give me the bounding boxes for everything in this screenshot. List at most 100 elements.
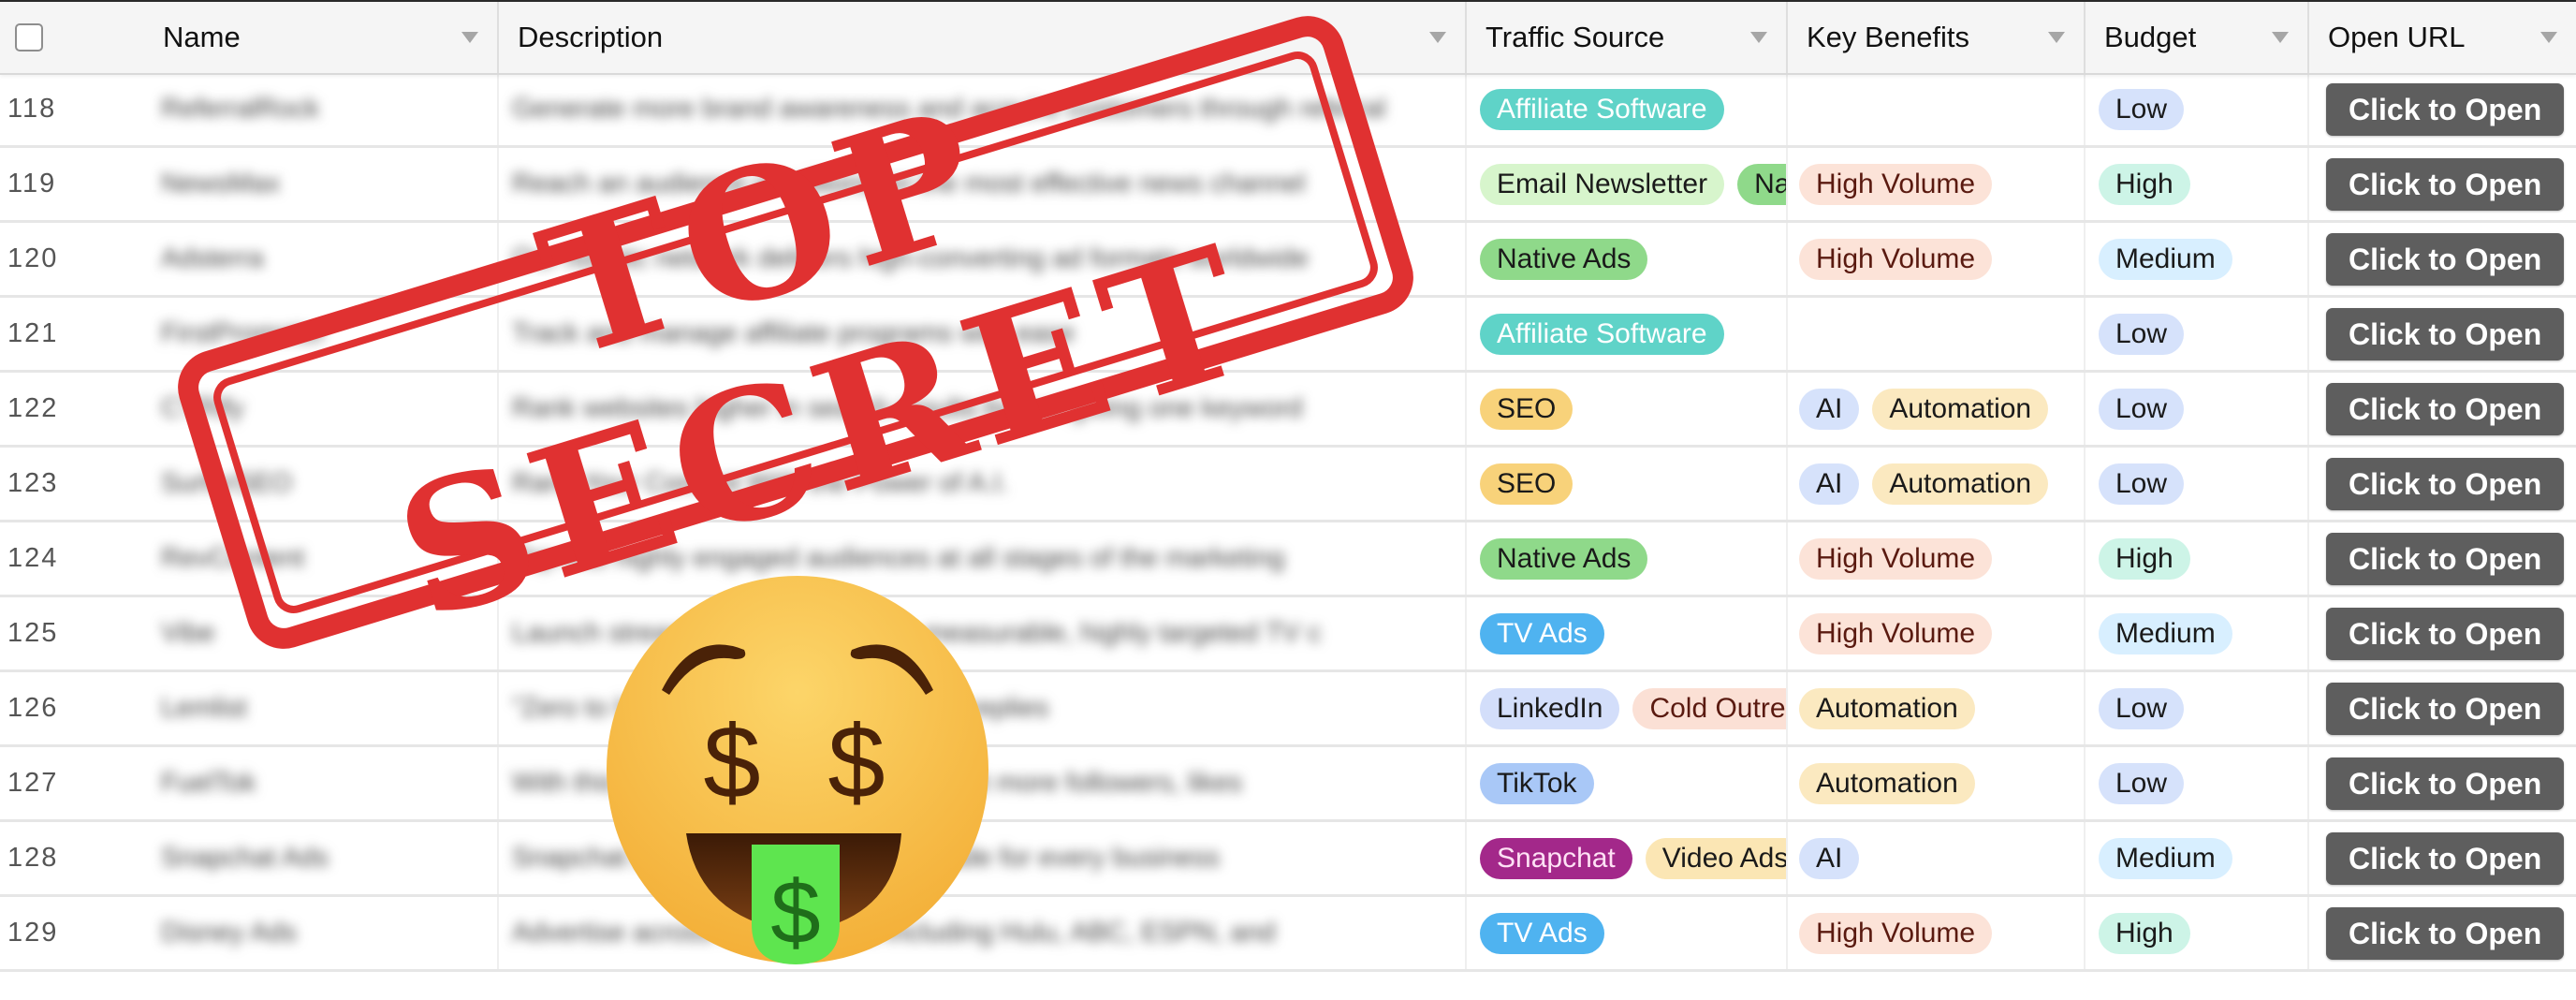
column-menu-caret-icon[interactable] xyxy=(2048,32,2065,43)
key-benefit-tag: Automation xyxy=(1799,687,1975,729)
traffic-source-cell[interactable]: Affiliate Software xyxy=(1467,73,1788,145)
key-benefits-cell[interactable]: High Volume xyxy=(1788,897,2086,969)
column-header-label: Open URL xyxy=(2328,21,2466,53)
budget-cell[interactable]: Medium xyxy=(2086,822,2309,894)
click-to-open-button[interactable]: Click to Open xyxy=(2326,307,2565,360)
key-benefits-cell[interactable]: AI Automation xyxy=(1788,373,2086,445)
click-to-open-button[interactable]: Click to Open xyxy=(2326,457,2565,510)
column-menu-caret-icon[interactable] xyxy=(2272,32,2289,43)
name-text-redacted: Adsterra xyxy=(161,243,264,273)
open-url-cell: Click to Open xyxy=(2309,448,2576,520)
emoji-tongue-dollar: $ xyxy=(770,862,820,963)
key-benefit-tag: High Volume xyxy=(1799,612,1993,654)
key-benefits-cell[interactable]: Automation xyxy=(1788,747,2086,819)
traffic-source-cell[interactable]: Email Newsletter Native Ads xyxy=(1467,148,1788,220)
traffic-source-tag: LinkedIn xyxy=(1480,687,1620,729)
key-benefits-cell[interactable]: AI Automation xyxy=(1788,448,2086,520)
click-to-open-button[interactable]: Click to Open xyxy=(2326,831,2565,885)
select-all-checkbox[interactable] xyxy=(15,23,43,51)
traffic-source-cell[interactable]: Affiliate Software xyxy=(1467,298,1788,370)
traffic-source-cell[interactable]: TV Ads xyxy=(1467,897,1788,969)
column-menu-caret-icon[interactable] xyxy=(2540,32,2557,43)
traffic-source-tag: TV Ads xyxy=(1480,912,1604,954)
name-cell[interactable]: Disney Ads xyxy=(150,897,499,969)
click-to-open-button[interactable]: Click to Open xyxy=(2326,757,2565,810)
traffic-source-cell[interactable]: SEO xyxy=(1467,448,1788,520)
budget-cell[interactable]: Medium xyxy=(2086,597,2309,669)
column-menu-caret-icon[interactable] xyxy=(1750,32,1767,43)
open-url-cell: Click to Open xyxy=(2309,822,2576,894)
row-number: 118 xyxy=(7,94,57,124)
budget-tag: Low xyxy=(2099,762,2185,804)
budget-cell[interactable]: Low xyxy=(2086,73,2309,145)
click-to-open-button[interactable]: Click to Open xyxy=(2326,682,2565,735)
row-number: 121 xyxy=(7,318,59,348)
column-menu-caret-icon[interactable] xyxy=(461,32,478,43)
key-benefits-cell[interactable] xyxy=(1788,298,2086,370)
budget-cell[interactable]: Low xyxy=(2086,672,2309,744)
key-benefit-tag: Automation xyxy=(1872,463,2049,505)
name-cell[interactable]: ReferralRock xyxy=(150,73,499,145)
key-benefits-cell[interactable]: High Volume xyxy=(1788,223,2086,295)
row-number-cell: 120 xyxy=(0,223,150,295)
open-url-cell: Click to Open xyxy=(2309,298,2576,370)
traffic-source-cell[interactable]: TikTok xyxy=(1467,747,1788,819)
name-cell[interactable]: Snapchat Ads xyxy=(150,822,499,894)
column-header-label: Name xyxy=(163,21,241,53)
budget-cell[interactable]: Low xyxy=(2086,747,2309,819)
traffic-source-cell[interactable]: Native Ads xyxy=(1467,223,1788,295)
column-header-name[interactable]: Name xyxy=(150,2,499,73)
traffic-source-cell[interactable]: Native Ads xyxy=(1467,522,1788,595)
traffic-source-cell[interactable]: LinkedIn Cold Outreach xyxy=(1467,672,1788,744)
traffic-source-cell[interactable]: Snapchat Video Ads xyxy=(1467,822,1788,894)
column-header-label: Budget xyxy=(2104,21,2197,53)
click-to-open-button[interactable]: Click to Open xyxy=(2326,382,2565,435)
budget-cell[interactable]: High xyxy=(2086,897,2309,969)
budget-tag: High xyxy=(2099,163,2190,205)
click-to-open-button[interactable]: Click to Open xyxy=(2326,906,2565,960)
column-menu-caret-icon[interactable] xyxy=(1429,32,1446,43)
row-number-cell: 119 xyxy=(0,148,150,220)
column-header-budget[interactable]: Budget xyxy=(2086,2,2309,73)
column-header-traffic-source[interactable]: Traffic Source xyxy=(1467,2,1788,73)
key-benefit-tag: High Volume xyxy=(1799,163,1993,205)
table-row[interactable]: 126Lemlist"Zero to hero" cold outreach t… xyxy=(0,672,2576,747)
key-benefits-cell[interactable]: Automation xyxy=(1788,672,2086,744)
key-benefit-tag: High Volume xyxy=(1799,537,1993,580)
budget-cell[interactable]: Low xyxy=(2086,373,2309,445)
table-row[interactable]: 128Snapchat AdsSnapchat ads and campaign… xyxy=(0,822,2576,897)
select-all-cell xyxy=(0,2,150,73)
click-to-open-button[interactable]: Click to Open xyxy=(2326,607,2565,660)
key-benefits-cell[interactable]: High Volume xyxy=(1788,148,2086,220)
traffic-source-cell[interactable]: SEO xyxy=(1467,373,1788,445)
click-to-open-button[interactable]: Click to Open xyxy=(2326,157,2565,211)
row-number: 119 xyxy=(7,169,57,199)
budget-cell[interactable]: High xyxy=(2086,522,2309,595)
traffic-source-tag: Affiliate Software xyxy=(1480,88,1724,130)
name-cell[interactable]: NewsMax xyxy=(150,148,499,220)
budget-tag: Medium xyxy=(2099,238,2232,280)
click-to-open-button[interactable]: Click to Open xyxy=(2326,82,2565,136)
budget-cell[interactable]: Low xyxy=(2086,298,2309,370)
budget-cell[interactable]: High xyxy=(2086,148,2309,220)
click-to-open-button[interactable]: Click to Open xyxy=(2326,532,2565,585)
name-cell[interactable]: FuelTok xyxy=(150,747,499,819)
key-benefit-tag: Automation xyxy=(1872,388,2049,430)
name-text-redacted: Lemlist xyxy=(161,693,247,723)
key-benefits-cell[interactable]: AI xyxy=(1788,822,2086,894)
column-header-label: Description xyxy=(518,21,664,53)
table-row[interactable]: 127FuelTokWith this TikTok growth tool y… xyxy=(0,747,2576,822)
traffic-source-cell[interactable]: TV Ads xyxy=(1467,597,1788,669)
budget-cell[interactable]: Low xyxy=(2086,448,2309,520)
click-to-open-button[interactable]: Click to Open xyxy=(2326,232,2565,286)
key-benefits-cell[interactable] xyxy=(1788,73,2086,145)
key-benefits-cell[interactable]: High Volume xyxy=(1788,597,2086,669)
budget-tag: Low xyxy=(2099,388,2185,430)
budget-cell[interactable]: Medium xyxy=(2086,223,2309,295)
traffic-source-tag: Video Ads xyxy=(1645,837,1786,879)
key-benefits-cell[interactable]: High Volume xyxy=(1788,522,2086,595)
open-url-cell: Click to Open xyxy=(2309,747,2576,819)
column-header-key-benefits[interactable]: Key Benefits xyxy=(1788,2,2086,73)
column-header-open-url[interactable]: Open URL xyxy=(2309,2,2576,73)
table-row[interactable]: 129Disney AdsAdvertise across major bran… xyxy=(0,897,2576,972)
